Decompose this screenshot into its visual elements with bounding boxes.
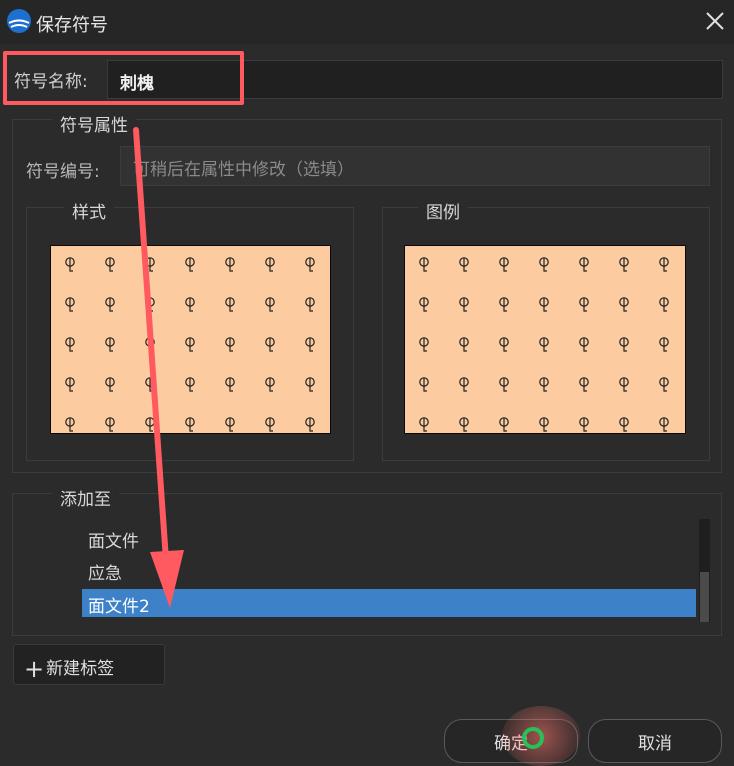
tree-symbol-icon <box>577 296 591 316</box>
title-bar <box>0 0 734 44</box>
tree-symbol-icon <box>577 336 591 356</box>
tree-symbol-icon <box>657 256 671 276</box>
tree-symbol-icon <box>223 336 237 356</box>
tree-symbol-icon <box>537 256 551 276</box>
tree-symbol-icon <box>457 376 471 396</box>
tree-symbol-icon <box>303 256 317 276</box>
tree-symbol-icon <box>143 336 157 356</box>
tree-symbol-icon <box>143 376 157 396</box>
tree-symbol-icon <box>577 256 591 276</box>
tree-symbol-icon <box>617 416 631 433</box>
tree-symbol-icon <box>657 416 671 433</box>
list-item-yingji[interactable]: 应急 <box>82 556 696 584</box>
tree-symbol-icon <box>537 376 551 396</box>
tree-symbol-icon <box>417 336 431 356</box>
tree-symbol-icon <box>497 256 511 276</box>
tree-symbol-icon <box>183 256 197 276</box>
style-preview <box>50 245 331 434</box>
tree-symbol-icon <box>657 336 671 356</box>
tree-symbol-icon <box>617 336 631 356</box>
tree-symbol-icon <box>103 376 117 396</box>
tree-symbol-icon <box>223 256 237 276</box>
tree-symbol-icon <box>63 296 77 316</box>
tree-symbol-icon <box>617 296 631 316</box>
tree-symbol-icon <box>457 256 471 276</box>
new-tag-label: 新建标签 <box>46 659 115 679</box>
tree-symbol-icon <box>497 416 511 433</box>
tree-symbol-icon <box>303 376 317 396</box>
tree-symbol-icon <box>537 416 551 433</box>
tree-symbol-icon <box>183 296 197 316</box>
tree-symbol-icon <box>303 296 317 316</box>
tree-symbol-icon <box>63 416 77 433</box>
tree-symbol-icon <box>103 256 117 276</box>
tree-symbol-icon <box>303 416 317 433</box>
tree-symbol-icon <box>263 256 277 276</box>
tree-symbol-icon <box>617 256 631 276</box>
close-icon[interactable] <box>702 8 728 34</box>
symbol-attributes-title: 符号属性 <box>52 111 136 136</box>
list-item-mianwenjian[interactable]: 面文件 <box>82 524 696 552</box>
style-title: 样式 <box>64 198 114 223</box>
symbol-code-label: 符号编号: <box>26 162 100 182</box>
tree-symbol-icon <box>417 416 431 433</box>
tree-symbol-icon <box>417 376 431 396</box>
tree-symbol-icon <box>617 376 631 396</box>
tree-symbol-icon <box>263 416 277 433</box>
tree-symbol-icon <box>657 296 671 316</box>
tree-symbol-icon <box>457 296 471 316</box>
tree-symbol-icon <box>63 336 77 356</box>
window-title: 保存符号 <box>36 15 108 36</box>
legend-title: 图例 <box>418 198 468 223</box>
plus-icon: + <box>24 655 45 683</box>
tree-symbol-icon <box>457 416 471 433</box>
app-logo-icon <box>7 9 31 33</box>
tree-symbol-icon <box>183 416 197 433</box>
tree-symbol-icon <box>417 296 431 316</box>
list-scrollbar-thumb[interactable] <box>700 572 709 622</box>
tree-symbol-icon <box>63 376 77 396</box>
tree-symbol-icon <box>103 336 117 356</box>
tree-symbol-icon <box>143 256 157 276</box>
add-to-title: 添加至 <box>52 485 119 510</box>
list-item-mianwenjian2-selected[interactable]: 面文件2 <box>82 589 696 617</box>
symbol-code-input[interactable]: 可稍后在属性中修改（选填） <box>120 146 710 186</box>
cancel-button[interactable]: 取消 <box>588 719 722 763</box>
tree-symbol-icon <box>63 256 77 276</box>
tree-symbol-icon <box>103 416 117 433</box>
tree-symbol-icon <box>303 336 317 356</box>
legend-preview <box>404 245 686 434</box>
new-tag-button[interactable]: + 新建标签 <box>13 644 165 685</box>
tree-symbol-icon <box>497 376 511 396</box>
tree-symbol-icon <box>537 296 551 316</box>
tree-symbol-icon <box>183 376 197 396</box>
tree-symbol-icon <box>497 336 511 356</box>
cursor-ring-icon <box>522 727 544 749</box>
tree-symbol-icon <box>263 296 277 316</box>
tree-symbol-icon <box>417 256 431 276</box>
tree-symbol-icon <box>223 296 237 316</box>
tree-symbol-icon <box>183 336 197 356</box>
tree-symbol-icon <box>263 336 277 356</box>
tree-symbol-icon <box>103 296 117 316</box>
tree-symbol-icon <box>657 376 671 396</box>
tree-symbol-icon <box>497 296 511 316</box>
tree-symbol-icon <box>143 296 157 316</box>
tree-symbol-icon <box>457 336 471 356</box>
tree-symbol-icon <box>537 336 551 356</box>
annotation-highlight-box <box>3 51 244 105</box>
tree-symbol-icon <box>263 376 277 396</box>
tree-symbol-icon <box>143 416 157 433</box>
tree-symbol-icon <box>577 376 591 396</box>
tree-symbol-icon <box>223 376 237 396</box>
tree-symbol-icon <box>223 416 237 433</box>
tree-symbol-icon <box>577 416 591 433</box>
